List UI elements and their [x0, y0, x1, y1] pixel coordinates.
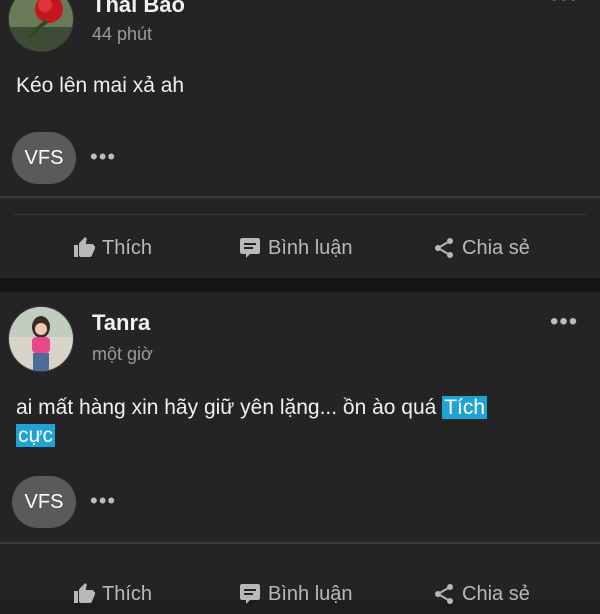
like-button[interactable]: Thích	[72, 574, 152, 614]
like-label: Thích	[102, 236, 153, 259]
post-time[interactable]: 44 phút	[92, 24, 152, 45]
vfs-badge[interactable]: VFS	[12, 476, 76, 528]
vfs-badge[interactable]: VFS	[12, 132, 76, 184]
like-label: Thích	[102, 582, 153, 605]
comment-icon	[240, 584, 260, 604]
post-time[interactable]: một giờ	[92, 344, 153, 365]
divider	[0, 196, 600, 198]
post-content: Kéo lên mai xả ah	[16, 74, 185, 97]
more-icon[interactable]: •••	[550, 310, 578, 334]
comment-button[interactable]: Bình luận	[238, 228, 353, 268]
reactions-more-icon[interactable]: •••	[90, 490, 116, 512]
sentiment-tag[interactable]: Tích	[442, 396, 488, 419]
author-avatar[interactable]	[8, 306, 74, 372]
divider	[14, 214, 586, 215]
comment-icon	[240, 238, 260, 258]
sentiment-tag[interactable]: cực	[16, 424, 56, 447]
post-actions: Thích Bình luận Chia sẻ	[0, 228, 600, 268]
like-button[interactable]: Thích	[72, 228, 152, 268]
post-card: Tanra một giờ ••• ai mất hàng xin hãy gi…	[0, 292, 600, 605]
comment-label: Bình luận	[268, 236, 353, 259]
post-text: ai mất hàng xin hãy giữ yên lặng... ồn à…	[16, 396, 437, 419]
author-name[interactable]: Thái Bảo	[92, 0, 185, 18]
share-button[interactable]: Chia sẻ	[432, 574, 530, 614]
post-actions: Thích Bình luận Chia sẻ	[0, 574, 600, 614]
thumbs-up-icon	[74, 583, 95, 603]
divider	[0, 542, 600, 544]
share-button[interactable]: Chia sẻ	[432, 228, 530, 268]
share-icon	[435, 584, 453, 604]
comment-button[interactable]: Bình luận	[238, 574, 353, 614]
author-name[interactable]: Tanra	[92, 310, 150, 336]
thumbs-up-icon	[74, 237, 95, 257]
comment-label: Bình luận	[268, 582, 353, 605]
more-icon[interactable]: •••	[550, 0, 578, 10]
post-content: ai mất hàng xin hãy giữ yên lặng... ồn à…	[16, 394, 586, 450]
share-label: Chia sẻ	[462, 582, 530, 605]
post-separator	[0, 278, 600, 292]
author-avatar[interactable]	[8, 0, 74, 52]
post-card: Thái Bảo 44 phút ••• Kéo lên mai xả ah V…	[0, 0, 600, 278]
share-icon	[435, 238, 453, 258]
share-label: Chia sẻ	[462, 236, 530, 259]
reactions-more-icon[interactable]: •••	[90, 146, 116, 168]
